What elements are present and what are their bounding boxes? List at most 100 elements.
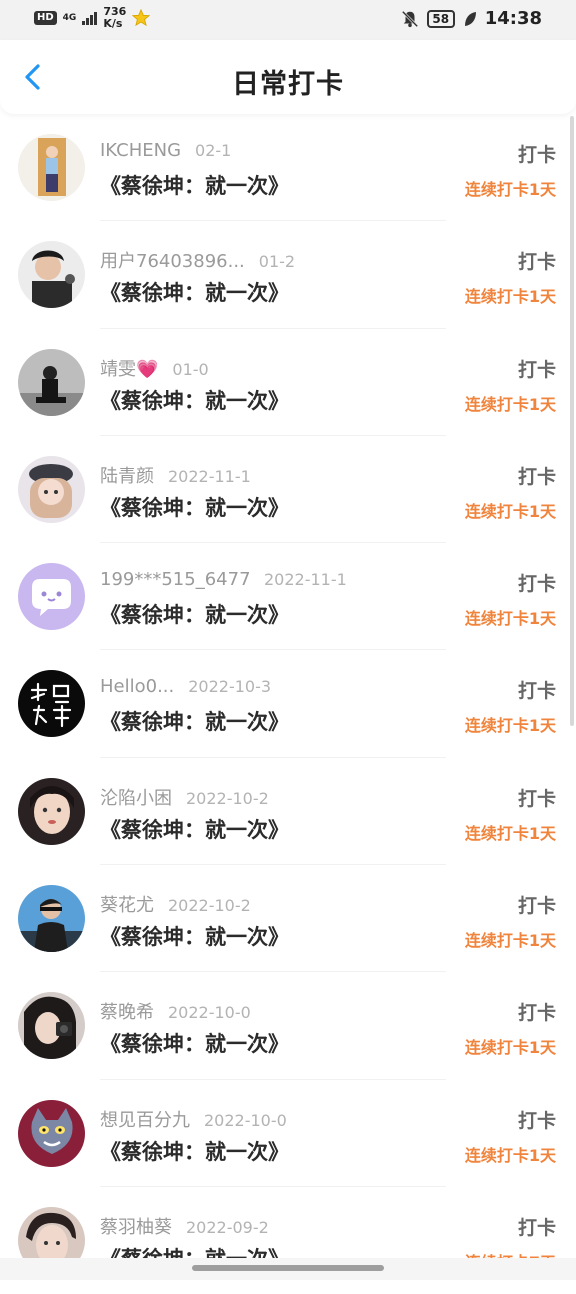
checkin-date: 01-0 <box>172 360 208 379</box>
checkin-date: 2022-09-2 <box>186 1218 269 1237</box>
username: 199***515_64772... <box>100 569 250 590</box>
streak-label: 连续打卡1天 <box>465 176 556 200</box>
gesture-area <box>0 1258 576 1280</box>
list-item[interactable]: Hello0... 2022-10-3 《蔡徐坤：就一次》 打卡 连续打卡1天 <box>0 650 576 757</box>
checkin-date: 2022-11-1 <box>264 570 347 589</box>
avatar[interactable] <box>18 349 85 416</box>
list-item[interactable]: 用户76403896... 01-2 《蔡徐坤：就一次》 打卡 连续打卡1天 <box>0 221 576 328</box>
avatar[interactable] <box>18 241 85 308</box>
battery-indicator: 58 <box>427 10 455 28</box>
checkin-label: 打卡 <box>518 784 556 811</box>
username: 靖雯💗 <box>100 355 158 381</box>
clock: 14:38 <box>485 8 542 29</box>
streak-label: 连续打卡1天 <box>465 712 556 736</box>
checkin-list: IKCHENG 02-1 《蔡徐坤：就一次》 打卡 连续打卡1天 用户76403… <box>0 114 576 1294</box>
status-bar: HD 4G 736 K/s 58 14:38 <box>0 0 576 40</box>
username: 沦陷小困 <box>100 784 172 810</box>
streak-label: 连续打卡1天 <box>465 498 556 522</box>
checkin-label: 打卡 <box>518 355 556 382</box>
song-title: 《蔡徐坤：就一次》 <box>100 814 289 844</box>
checkin-label: 打卡 <box>518 998 556 1025</box>
row-meta: Hello0... 2022-10-3 <box>100 676 271 697</box>
list-item[interactable]: 蔡晚希 2022-10-0 《蔡徐坤：就一次》 打卡 连续打卡1天 <box>0 972 576 1079</box>
home-indicator[interactable] <box>192 1265 384 1271</box>
list-item[interactable]: 199***515_64772... 2022-11-1 《蔡徐坤：就一次》 打… <box>0 543 576 650</box>
song-title: 《蔡徐坤：就一次》 <box>100 1136 289 1166</box>
username: 用户76403896... <box>100 247 245 273</box>
speed-unit: K/s <box>103 17 122 30</box>
checkin-label: 打卡 <box>518 891 556 918</box>
username: 葵花尤 <box>100 891 154 917</box>
list-item[interactable]: 陆青颜 2022-11-1 《蔡徐坤：就一次》 打卡 连续打卡1天 <box>0 436 576 543</box>
row-meta: 陆青颜 2022-11-1 <box>100 462 251 488</box>
row-meta: IKCHENG 02-1 <box>100 140 231 161</box>
song-title: 《蔡徐坤：就一次》 <box>100 492 289 522</box>
streak-label: 连续打卡1天 <box>465 1142 556 1166</box>
username: Hello0... <box>100 676 174 697</box>
row-meta: 靖雯💗 01-0 <box>100 355 209 381</box>
streak-label: 连续打卡1天 <box>465 391 556 415</box>
list-item[interactable]: 靖雯💗 01-0 《蔡徐坤：就一次》 打卡 连续打卡1天 <box>0 329 576 436</box>
row-meta: 用户76403896... 01-2 <box>100 247 295 273</box>
checkin-label: 打卡 <box>518 676 556 703</box>
checkin-date: 2022-11-1 <box>168 467 251 486</box>
song-title: 《蔡徐坤：就一次》 <box>100 1028 289 1058</box>
streak-label: 连续打卡1天 <box>465 820 556 844</box>
header-bar: 日常打卡 <box>0 40 576 114</box>
list-item[interactable]: IKCHENG 02-1 《蔡徐坤：就一次》 打卡 连续打卡1天 <box>0 114 576 221</box>
scrollbar[interactable] <box>570 116 574 726</box>
avatar[interactable] <box>18 456 85 523</box>
row-meta: 199***515_64772... 2022-11-1 <box>100 569 347 590</box>
row-meta: 葵花尤 2022-10-2 <box>100 891 251 917</box>
song-title: 《蔡徐坤：就一次》 <box>100 385 289 415</box>
status-right: 58 14:38 <box>401 8 542 29</box>
checkin-label: 打卡 <box>518 140 556 167</box>
avatar[interactable] <box>18 885 85 952</box>
star-badge-icon <box>132 9 150 27</box>
checkin-date: 02-1 <box>195 141 231 160</box>
row-meta: 蔡晚希 2022-10-0 <box>100 998 251 1024</box>
list-item[interactable]: 葵花尤 2022-10-2 《蔡徐坤：就一次》 打卡 连续打卡1天 <box>0 865 576 972</box>
streak-label: 连续打卡1天 <box>465 927 556 951</box>
username: 陆青颜 <box>100 462 154 488</box>
list-item[interactable]: 想见百分九 2022-10-0 《蔡徐坤：就一次》 打卡 连续打卡1天 <box>0 1080 576 1187</box>
checkin-label: 打卡 <box>518 1213 556 1240</box>
mute-bell-icon <box>401 10 419 28</box>
checkin-date: 2022-10-0 <box>204 1111 287 1130</box>
checkin-date: 2022-10-2 <box>168 896 251 915</box>
avatar[interactable] <box>18 992 85 1059</box>
row-meta: 沦陷小困 2022-10-2 <box>100 784 269 810</box>
username: 蔡晚希 <box>100 998 154 1024</box>
streak-label: 连续打卡1天 <box>465 283 556 307</box>
status-left: HD 4G 736 K/s <box>34 6 150 30</box>
avatar[interactable] <box>18 670 85 737</box>
row-meta: 蔡羽柚葵 2022-09-2 <box>100 1213 269 1239</box>
network-type: 4G <box>63 14 77 23</box>
checkin-label: 打卡 <box>518 569 556 596</box>
song-title: 《蔡徐坤：就一次》 <box>100 170 289 200</box>
checkin-date: 2022-10-3 <box>188 677 271 696</box>
checkin-date: 01-2 <box>259 252 295 271</box>
song-title: 《蔡徐坤：就一次》 <box>100 599 289 629</box>
checkin-label: 打卡 <box>518 247 556 274</box>
leaf-icon <box>463 11 477 27</box>
checkin-label: 打卡 <box>518 462 556 489</box>
checkin-date: 2022-10-0 <box>168 1003 251 1022</box>
avatar[interactable] <box>18 1100 85 1167</box>
row-meta: 想见百分九 2022-10-0 <box>100 1106 287 1132</box>
song-title: 《蔡徐坤：就一次》 <box>100 277 289 307</box>
avatar[interactable] <box>18 563 85 630</box>
page-title: 日常打卡 <box>0 62 576 101</box>
network-speed: 736 K/s <box>103 6 126 30</box>
username: IKCHENG <box>100 140 181 161</box>
song-title: 《蔡徐坤：就一次》 <box>100 706 289 736</box>
username: 想见百分九 <box>100 1106 190 1132</box>
hd-badge: HD <box>34 11 57 25</box>
checkin-date: 2022-10-2 <box>186 789 269 808</box>
list-item[interactable]: 沦陷小困 2022-10-2 《蔡徐坤：就一次》 打卡 连续打卡1天 <box>0 758 576 865</box>
avatar[interactable] <box>18 778 85 845</box>
song-title: 《蔡徐坤：就一次》 <box>100 921 289 951</box>
username: 蔡羽柚葵 <box>100 1213 172 1239</box>
avatar[interactable] <box>18 134 85 201</box>
checkin-label: 打卡 <box>518 1106 556 1133</box>
